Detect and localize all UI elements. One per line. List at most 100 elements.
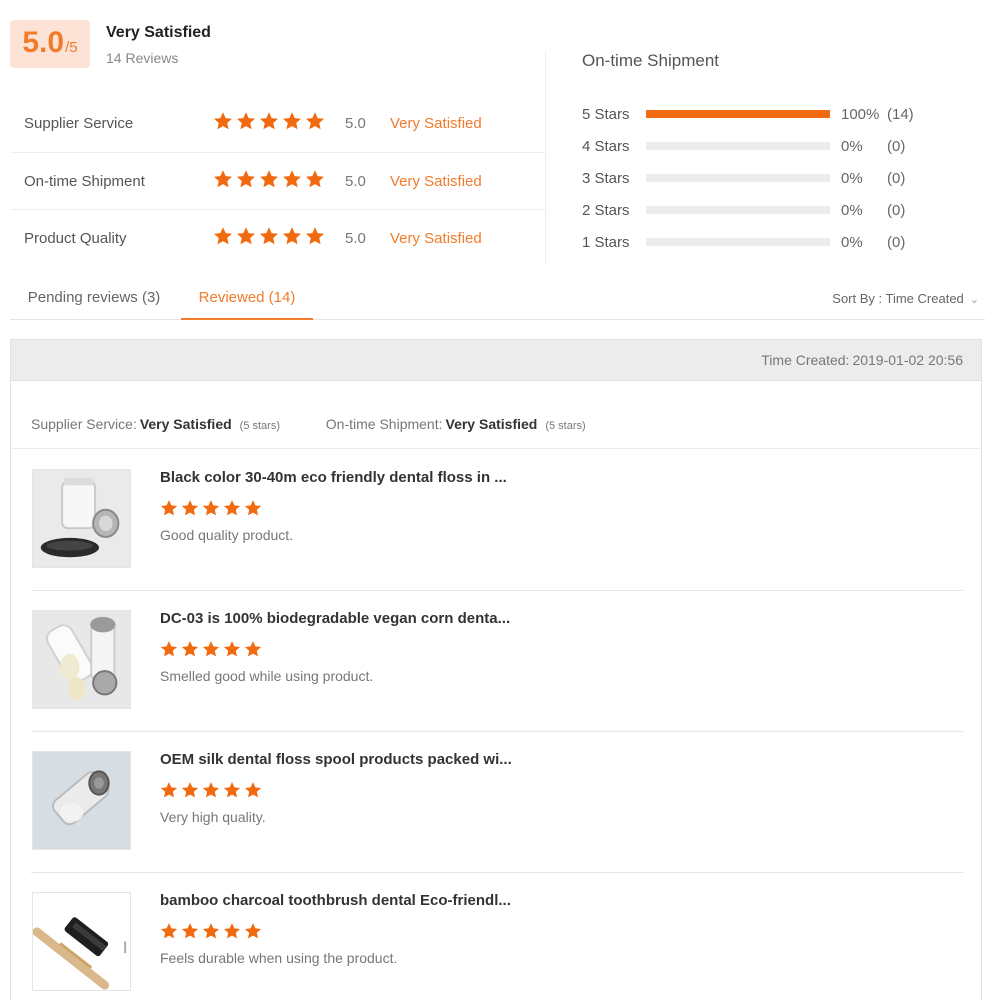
- distribution-label: 2 Stars: [582, 201, 630, 219]
- distribution-percent: 0%: [841, 169, 863, 187]
- star-icon: [244, 641, 262, 657]
- review-tabs: Pending reviews (3) Reviewed (14) Sort B…: [10, 282, 985, 320]
- tab-reviewed[interactable]: Reviewed (14): [181, 282, 313, 320]
- star-icon: [160, 923, 178, 939]
- distribution-row: 1 Stars 0% (0): [582, 226, 962, 258]
- product-thumbnail-floss-spools[interactable]: [32, 610, 131, 709]
- product-title[interactable]: DC-03 is 100% biodegradable vegan corn d…: [160, 610, 510, 627]
- overall-score-badge: 5.0 /5: [10, 20, 90, 68]
- rating-value: 5.0: [345, 229, 366, 247]
- rating-text: Very Satisfied: [390, 172, 482, 190]
- star-icon: [202, 782, 220, 798]
- star-icon: [214, 227, 232, 245]
- distribution-percent: 0%: [841, 201, 863, 219]
- distribution-label: 3 Stars: [582, 169, 630, 187]
- review-comment: Smelled good while using product.: [160, 668, 374, 684]
- product-title[interactable]: OEM silk dental floss spool products pac…: [160, 751, 512, 768]
- rating-value: 5.0: [345, 172, 366, 190]
- rating-label: Product Quality: [24, 229, 127, 247]
- sort-dropdown[interactable]: Sort By : Time Created ⌄: [832, 291, 979, 306]
- star-icon: [160, 782, 178, 798]
- supplier-service-stars: (5 stars): [239, 420, 280, 432]
- reviewed-products: Black color 30-40m eco friendly dental f…: [31, 450, 963, 1000]
- time-created: Time Created: 2019-01-02 20:56: [761, 352, 963, 368]
- star-icon: [160, 641, 178, 657]
- shipment-label: On-time Shipment:: [325, 416, 443, 432]
- rating-stars: [213, 169, 325, 189]
- distribution-bar: [646, 206, 830, 214]
- distribution-bar: [646, 110, 830, 118]
- product-rating-stars: [160, 499, 262, 517]
- product-thumbnail-floss-jar[interactable]: [32, 469, 131, 568]
- rating-row-product-quality: Product Quality 5.0 Very Satisfied: [10, 209, 545, 266]
- star-icon: [237, 227, 255, 245]
- supplier-service-label: Supplier Service:: [31, 416, 137, 432]
- distribution-row: 5 Stars 100% (14): [582, 98, 962, 130]
- distribution-label: 5 Stars: [582, 105, 630, 123]
- star-icon: [283, 112, 301, 130]
- distribution-title: On-time Shipment: [582, 51, 719, 70]
- time-created-label: Time Created:: [761, 352, 850, 368]
- meta-divider: [11, 448, 981, 449]
- review-item: OEM silk dental floss spool products pac…: [31, 732, 963, 873]
- floss-spool-image: [33, 752, 130, 849]
- rating-stars: [213, 111, 325, 131]
- rating-text: Very Satisfied: [390, 115, 482, 132]
- star-icon: [214, 112, 232, 130]
- sort-label: Sort By : Time Created: [832, 291, 964, 306]
- rating-text: Very Satisfied: [390, 229, 482, 247]
- star-icon: [283, 170, 301, 188]
- review-item: bamboo charcoal toothbrush dental Eco-fr…: [31, 873, 963, 1000]
- star-icon: [283, 227, 301, 245]
- review-item: DC-03 is 100% biodegradable vegan corn d…: [31, 591, 963, 732]
- review-item: Black color 30-40m eco friendly dental f…: [31, 450, 963, 591]
- star-icon: [202, 641, 220, 657]
- floss-spools-image: [33, 611, 130, 708]
- rating-stars: [213, 226, 325, 246]
- rating-value: 5.0: [345, 115, 366, 132]
- rating-label: On-time Shipment: [24, 172, 145, 190]
- overall-score: 5.0: [22, 26, 65, 59]
- distribution-percent: 100%: [841, 105, 880, 123]
- distribution-row: 3 Stars 0% (0): [582, 162, 962, 194]
- star-icon: [202, 923, 220, 939]
- distribution-bar: [646, 142, 830, 150]
- time-created-value: 2019-01-02 20:56: [852, 352, 963, 368]
- overall-score-max: /5: [65, 39, 78, 56]
- star-icon: [223, 500, 241, 516]
- distribution-percent: 0%: [841, 137, 863, 155]
- star-icon: [244, 923, 262, 939]
- star-icon: [237, 170, 255, 188]
- star-icon: [237, 112, 255, 130]
- floss-jar-image: [33, 470, 130, 567]
- overall-rating-label: Very Satisfied: [106, 24, 211, 41]
- star-icon: [214, 170, 232, 188]
- rating-row-supplier-service: Supplier Service 5.0 Very Satisfied: [10, 95, 545, 152]
- product-thumbnail-floss-spool[interactable]: [32, 751, 131, 850]
- star-icon: [260, 112, 278, 130]
- distribution-count: (0): [887, 233, 906, 251]
- product-title[interactable]: bamboo charcoal toothbrush dental Eco-fr…: [160, 892, 511, 909]
- distribution-label: 4 Stars: [582, 137, 630, 155]
- star-icon: [223, 641, 241, 657]
- distribution-bar-fill: [646, 110, 830, 118]
- rating-label: Supplier Service: [24, 115, 134, 132]
- supplier-service-value: Very Satisfied: [139, 416, 232, 432]
- product-rating-stars: [160, 640, 262, 658]
- toothbrush-image: [33, 893, 130, 990]
- star-icon: [260, 227, 278, 245]
- chevron-down-icon: ⌄: [969, 294, 979, 306]
- distribution-row: 2 Stars 0% (0): [582, 194, 962, 226]
- star-icon: [181, 641, 199, 657]
- tab-pending-reviews[interactable]: Pending reviews (3): [10, 282, 178, 320]
- distribution-bar: [646, 238, 830, 246]
- shipment-stars: (5 stars): [545, 420, 586, 432]
- product-thumbnail-toothbrush[interactable]: [32, 892, 131, 991]
- review-comment: Good quality product.: [160, 527, 294, 543]
- product-title[interactable]: Black color 30-40m eco friendly dental f…: [160, 469, 507, 486]
- distribution-bar: [646, 174, 830, 182]
- star-icon: [223, 923, 241, 939]
- star-icon: [260, 170, 278, 188]
- distribution-count: (14): [887, 105, 914, 123]
- review-meta: Supplier Service: Very Satisfied (5 stars)…: [31, 416, 586, 432]
